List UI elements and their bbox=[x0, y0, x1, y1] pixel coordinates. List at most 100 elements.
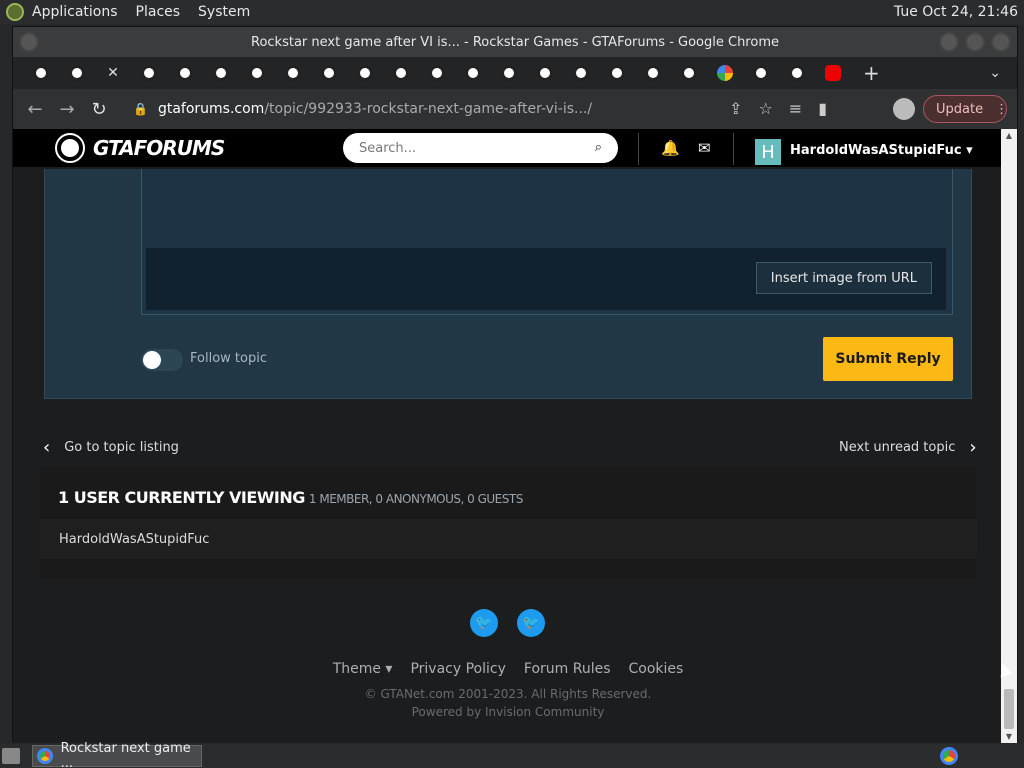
user-avatar[interactable]: H bbox=[755, 139, 781, 165]
update-button[interactable]: Update ⋮ bbox=[923, 95, 1008, 123]
twitter-icon[interactable]: 🐦 bbox=[470, 609, 498, 637]
show-desktop-icon[interactable] bbox=[2, 748, 20, 764]
update-label: Update bbox=[936, 101, 984, 117]
kebab-menu-icon[interactable]: ⋮ bbox=[995, 102, 1008, 117]
close-tab-icon[interactable]: ✕ bbox=[107, 65, 119, 81]
browser-tab[interactable] bbox=[779, 61, 815, 85]
browser-tab[interactable] bbox=[239, 61, 275, 85]
user-menu[interactable]: HardoldWasAStupidFuc ▾ bbox=[790, 143, 973, 158]
browser-tab[interactable] bbox=[203, 61, 239, 85]
tray-chrome-icon[interactable] bbox=[940, 747, 958, 765]
forward-icon[interactable]: → bbox=[51, 99, 83, 120]
site-logo-text: GTAFORUMS bbox=[93, 136, 225, 160]
header-divider bbox=[638, 133, 639, 165]
browser-toolbar: ← → ↻ 🔒 gtaforums.com/topic/992933-rocks… bbox=[13, 89, 1017, 129]
media-queue-icon[interactable]: ≡ bbox=[789, 99, 802, 118]
powered-by-link[interactable]: Powered by Invision Community bbox=[13, 705, 1003, 719]
next-unread-topic-link[interactable]: Next unread topic › bbox=[839, 437, 977, 458]
browser-tab[interactable] bbox=[527, 61, 563, 85]
twitter-icon[interactable]: 🐦 bbox=[517, 609, 545, 637]
browser-tab[interactable] bbox=[311, 61, 347, 85]
page-scrollbar[interactable]: ▲ ▼ bbox=[1001, 129, 1017, 743]
reply-editor[interactable]: Insert image from URL bbox=[141, 169, 953, 315]
gtaforums-favicon-icon bbox=[645, 65, 661, 81]
side-panel-icon[interactable]: ▮ bbox=[818, 99, 827, 118]
menu-places[interactable]: Places bbox=[136, 4, 181, 20]
browser-tab[interactable]: ✕ bbox=[95, 61, 131, 85]
browser-tab[interactable] bbox=[419, 61, 455, 85]
menu-system[interactable]: System bbox=[198, 4, 250, 20]
gtaforums-favicon-icon bbox=[753, 65, 769, 81]
footer-privacy-link[interactable]: Privacy Policy bbox=[410, 661, 505, 677]
browser-tab[interactable] bbox=[563, 61, 599, 85]
browser-tab[interactable] bbox=[275, 61, 311, 85]
lock-icon[interactable]: 🔒 bbox=[133, 102, 148, 116]
taskbar-chrome-window[interactable]: Rockstar next game ... bbox=[32, 741, 202, 768]
insert-image-url-button[interactable]: Insert image from URL bbox=[755, 262, 932, 294]
share-icon[interactable]: ⇪ bbox=[729, 99, 742, 118]
browser-tab[interactable] bbox=[491, 61, 527, 85]
messages-envelope-icon[interactable]: ✉ bbox=[698, 139, 711, 157]
browser-tab[interactable] bbox=[743, 61, 779, 85]
follow-topic-toggle[interactable] bbox=[141, 349, 183, 371]
bookmark-star-icon[interactable]: ☆ bbox=[758, 99, 772, 118]
maximize-icon[interactable] bbox=[965, 32, 985, 52]
distro-logo-icon[interactable] bbox=[6, 3, 24, 21]
footer-theme-link[interactable]: Theme ▾ bbox=[333, 661, 393, 677]
os-top-panel: Applications Places System Tue Oct 24, 2… bbox=[0, 0, 1024, 24]
window-menu-icon[interactable] bbox=[19, 32, 39, 52]
browser-tab[interactable] bbox=[671, 61, 707, 85]
tab-strip: ✕ + ⌄ bbox=[13, 57, 1017, 89]
browser-tab[interactable] bbox=[383, 61, 419, 85]
menu-applications[interactable]: Applications bbox=[32, 4, 118, 20]
gtaforums-favicon-icon bbox=[141, 65, 157, 81]
site-logo[interactable]: GTAFORUMS bbox=[55, 133, 225, 163]
viewing-user-link[interactable]: HardoldWasAStupidFuc bbox=[59, 532, 209, 547]
os-taskbar: Rockstar next game ... bbox=[0, 741, 1024, 768]
chevron-right-icon: › bbox=[969, 437, 977, 458]
browser-tab[interactable] bbox=[131, 61, 167, 85]
footer-cookies-link[interactable]: Cookies bbox=[629, 661, 684, 677]
gtaforums-favicon-icon bbox=[177, 65, 193, 81]
gtaforums-favicon-icon bbox=[357, 65, 373, 81]
search-icon[interactable]: ⌕ bbox=[595, 140, 602, 155]
gtaforums-favicon-icon bbox=[573, 65, 589, 81]
browser-tab[interactable] bbox=[455, 61, 491, 85]
clock[interactable]: Tue Oct 24, 21:46 bbox=[894, 4, 1018, 20]
scroll-up-icon[interactable]: ▲ bbox=[1004, 131, 1014, 140]
browser-tab[interactable] bbox=[347, 61, 383, 85]
scroll-down-icon[interactable]: ▼ bbox=[1004, 732, 1014, 741]
submit-reply-button[interactable]: Submit Reply bbox=[823, 337, 953, 381]
search-input[interactable]: Search... ⌕ bbox=[343, 133, 618, 163]
minimize-icon[interactable] bbox=[939, 32, 959, 52]
google-favicon-icon bbox=[717, 65, 733, 81]
viewing-count: 1 USER CURRENTLY VIEWING bbox=[58, 488, 305, 507]
notifications-bell-icon[interactable]: 🔔 bbox=[661, 139, 680, 157]
window-titlebar[interactable]: Rockstar next game after VI is... - Rock… bbox=[13, 27, 1017, 57]
profile-avatar-icon[interactable] bbox=[893, 98, 915, 120]
tab-search-chevron-icon[interactable]: ⌄ bbox=[989, 65, 1001, 81]
chrome-icon bbox=[37, 748, 53, 764]
scrollbar-thumb[interactable] bbox=[1004, 689, 1014, 729]
gtaforums-favicon-icon bbox=[69, 65, 85, 81]
browser-tab[interactable] bbox=[599, 61, 635, 85]
reply-panel: Insert image from URL Follow topic Submi… bbox=[44, 169, 972, 399]
back-icon[interactable]: ← bbox=[19, 99, 51, 120]
footer-links: Theme ▾ Privacy Policy Forum Rules Cooki… bbox=[13, 661, 1003, 677]
new-tab-icon[interactable]: + bbox=[863, 61, 880, 85]
go-to-topic-listing-link[interactable]: ‹ Go to topic listing bbox=[43, 437, 179, 458]
footer-rules-link[interactable]: Forum Rules bbox=[524, 661, 611, 677]
browser-tab[interactable] bbox=[167, 61, 203, 85]
browser-tab[interactable] bbox=[707, 61, 743, 85]
gtaforums-favicon-icon bbox=[465, 65, 481, 81]
close-window-icon[interactable] bbox=[991, 32, 1011, 52]
url-path: /topic/992933-rockstar-next-game-after-v… bbox=[264, 101, 593, 117]
header-divider bbox=[733, 133, 734, 165]
next-label: Next unread topic bbox=[839, 440, 956, 455]
browser-tab[interactable] bbox=[59, 61, 95, 85]
browser-tab[interactable] bbox=[815, 61, 851, 85]
reload-icon[interactable]: ↻ bbox=[83, 99, 115, 120]
browser-tab[interactable] bbox=[23, 61, 59, 85]
browser-tab[interactable] bbox=[635, 61, 671, 85]
follow-topic-label[interactable]: Follow topic bbox=[190, 351, 267, 366]
